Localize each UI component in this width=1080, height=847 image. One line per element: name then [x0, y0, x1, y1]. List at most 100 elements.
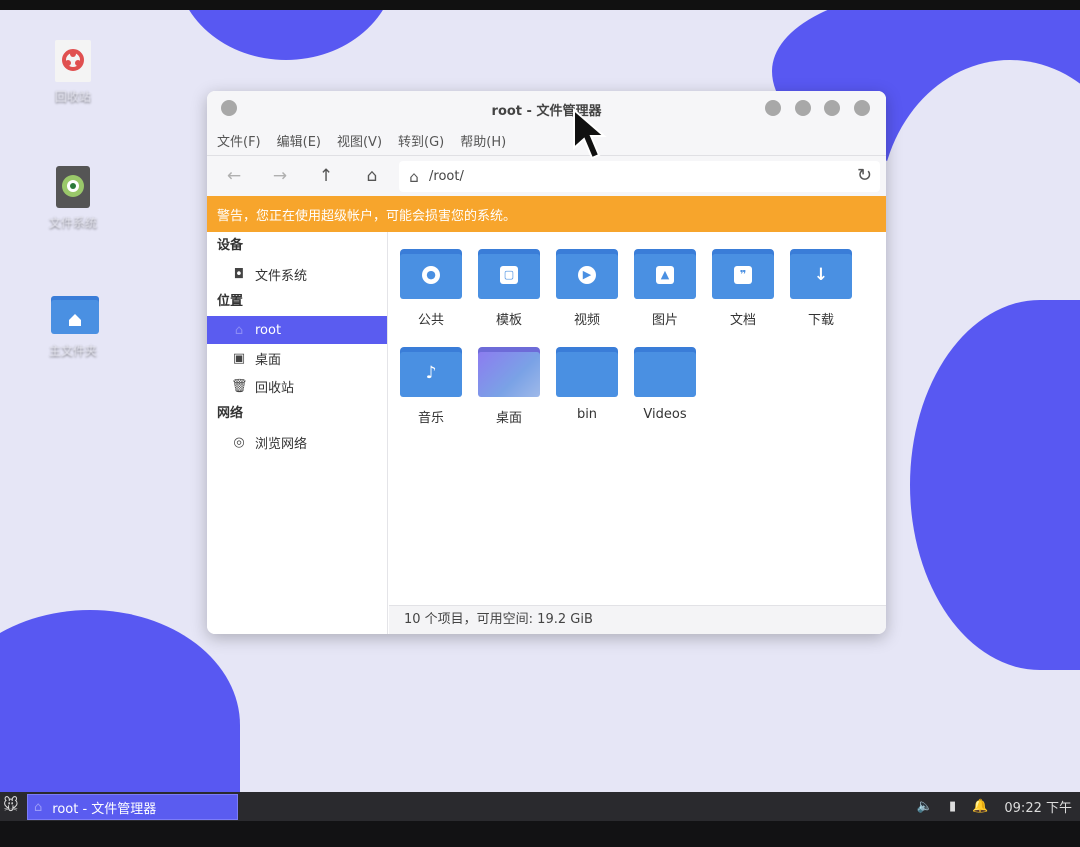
menu-edit[interactable]: 编辑(E): [277, 131, 321, 150]
download-icon: ↓: [813, 265, 829, 285]
folder-music[interactable]: ♪ 音乐: [392, 347, 470, 426]
item-label: 视频: [573, 313, 600, 328]
folder-videos-cn[interactable]: ▶ 视频: [548, 249, 626, 328]
folder-icon: ▶: [556, 249, 618, 299]
forward-arrow-icon[interactable]: →: [257, 166, 303, 186]
home-icon[interactable]: ⌂: [349, 166, 395, 186]
sidebar-item-filesystem[interactable]: ◘ 文件系统: [207, 260, 387, 288]
item-label: 模板: [495, 313, 522, 328]
folder-icon: [634, 347, 696, 397]
trash-icon: 🗑: [231, 378, 248, 394]
close-button[interactable]: [854, 100, 870, 116]
music-icon: ♪: [425, 363, 437, 383]
wallpaper-shape: [176, 10, 396, 60]
reload-icon[interactable]: ↻: [857, 165, 872, 186]
wallpaper-shape: [910, 300, 1080, 670]
sidebar-item-label: root: [255, 322, 282, 338]
file-manager-window[interactable]: root - 文件管理器 文件(F) 编辑(E) 视图(V) 转到(G) 帮助(…: [207, 91, 886, 634]
wallpaper-shape: [0, 610, 240, 792]
desktop-icon-filesystem[interactable]: 文件系统: [28, 164, 118, 231]
up-arrow-icon[interactable]: ↑: [303, 166, 349, 186]
taskbar-window-button[interactable]: ⌂ root - 文件管理器: [27, 794, 238, 820]
toolbar: ← → ↑ ⌂ ⌂ /root/ ↻: [207, 155, 886, 196]
system-tray: 🔈 ▮ 🔔 09:22 下午: [901, 797, 1072, 816]
home-icon: ⌂: [34, 799, 43, 815]
notification-bell-icon[interactable]: 🔔: [972, 799, 988, 814]
item-label: 文档: [729, 313, 756, 328]
document-icon: ❞: [734, 266, 752, 284]
maximize-button[interactable]: [824, 100, 840, 116]
clock[interactable]: 09:22 下午: [1004, 797, 1072, 816]
screen-bottom-border: [0, 821, 1080, 847]
folder-pictures[interactable]: ▲ 图片: [626, 249, 704, 328]
sidebar-item-trash[interactable]: 🗑 回收站: [207, 372, 387, 400]
home-icon: ⌂: [409, 167, 419, 186]
title-bar[interactable]: root - 文件管理器: [207, 91, 886, 125]
play-icon: ▶: [578, 266, 596, 284]
home-icon: ⌂: [234, 322, 244, 338]
item-label: 公共: [417, 313, 444, 328]
sidebar-header-network: 网络: [217, 406, 244, 421]
sidebar-header-devices: 设备: [217, 238, 244, 253]
menu-bar: 文件(F) 编辑(E) 视图(V) 转到(G) 帮助(H): [207, 125, 886, 155]
folder-icon: ↓: [790, 249, 852, 299]
menu-view[interactable]: 视图(V): [337, 131, 382, 150]
status-bar: 10 个项目，可用空间: 19.2 GiB: [389, 605, 886, 634]
menu-file[interactable]: 文件(F): [217, 131, 261, 150]
folder-icon: [556, 347, 618, 397]
desktop-icon-label: 主文件夹: [48, 344, 97, 358]
folder-icon: ▲: [634, 249, 696, 299]
file-view[interactable]: ● 公共 ▢ 模板 ▶ 视频 ▲ 图片 ❞ 文档 ↓ 下载 ♪ 音乐 桌面 bi…: [389, 232, 886, 605]
back-arrow-icon[interactable]: ←: [211, 166, 257, 186]
trash-icon: [51, 38, 95, 82]
warning-text: 警告，您正在使用超级帐户，可能会损害您的系统。: [217, 208, 517, 224]
desktop-icon: ▣: [232, 350, 246, 366]
app-menu-icon[interactable]: 🐭: [3, 796, 19, 814]
network-icon: ◎: [233, 434, 245, 450]
sticky-button[interactable]: [765, 100, 781, 116]
sidebar-item-desktop[interactable]: ▣ 桌面: [207, 344, 387, 372]
folder-public[interactable]: ● 公共: [392, 249, 470, 328]
item-label: 图片: [651, 313, 678, 328]
location-bar[interactable]: ⌂ /root/ ↻: [399, 161, 880, 192]
folder-desktop[interactable]: 桌面: [470, 347, 548, 426]
mouse-pointer-icon: [573, 108, 607, 160]
drive-icon: ◘: [233, 266, 245, 282]
status-text: 10 个项目，可用空间: 19.2 GiB: [404, 612, 593, 627]
window-title: root - 文件管理器: [491, 104, 602, 119]
item-label: 桌面: [495, 411, 522, 426]
menu-help[interactable]: 帮助(H): [460, 131, 506, 150]
desktop-icon-label: 回收站: [54, 90, 91, 104]
taskbar: 🐭 ⌂ root - 文件管理器 🔈 ▮ 🔔 09:22 下午: [0, 792, 1080, 821]
folder-icon: ❞: [712, 249, 774, 299]
sidebar-header-places: 位置: [217, 294, 244, 309]
sidebar-item-root[interactable]: ⌂ root: [207, 316, 387, 344]
sidebar-item-browse-network[interactable]: ◎ 浏览网络: [207, 428, 387, 456]
sidebar-item-label: 桌面: [255, 352, 282, 368]
minimize-button[interactable]: [795, 100, 811, 116]
path-text[interactable]: /root/: [429, 169, 464, 184]
folder-templates[interactable]: ▢ 模板: [470, 249, 548, 328]
desktop-icon-label: 文件系统: [48, 216, 97, 230]
item-label: bin: [576, 407, 598, 422]
sidebar-item-label: 文件系统: [255, 268, 308, 284]
person-icon: ●: [422, 266, 440, 284]
home-folder-icon: [51, 292, 99, 336]
desktop-icon-home-folder[interactable]: 主文件夹: [28, 292, 118, 359]
folder-documents[interactable]: ❞ 文档: [704, 249, 782, 328]
folder-icon: ▢: [478, 249, 540, 299]
filesystem-icon: [51, 164, 95, 208]
folder-videos[interactable]: Videos: [626, 347, 704, 422]
battery-icon[interactable]: ▮: [949, 799, 956, 814]
item-label: 音乐: [417, 411, 444, 426]
desktop-icon-trash[interactable]: 回收站: [28, 38, 118, 105]
folder-bin[interactable]: bin: [548, 347, 626, 422]
template-icon: ▢: [500, 266, 518, 284]
root-warning-banner: 警告，您正在使用超级帐户，可能会损害您的系统。: [207, 196, 886, 232]
sidebar-item-label: 回收站: [255, 380, 295, 396]
volume-icon[interactable]: 🔈: [917, 799, 933, 814]
menu-go[interactable]: 转到(G): [398, 131, 444, 150]
sidebar: 设备 ◘ 文件系统 位置 ⌂ root ▣ 桌面 🗑 回收站 网络 ◎ 浏览网络: [207, 232, 388, 634]
folder-downloads[interactable]: ↓ 下载: [782, 249, 860, 328]
item-label: Videos: [643, 407, 687, 422]
